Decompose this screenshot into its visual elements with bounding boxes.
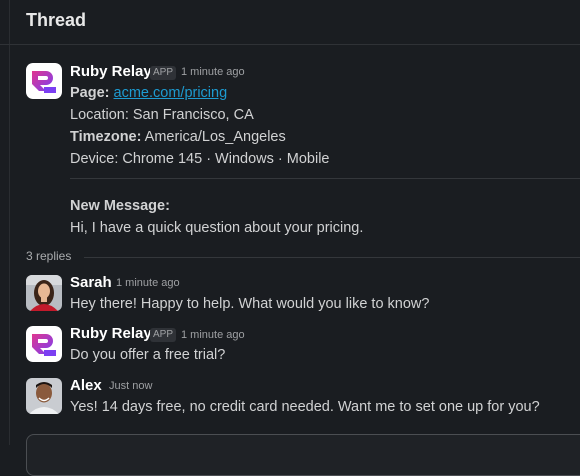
message-author[interactable]: Sarah: [70, 274, 112, 291]
app-badge: APP: [150, 66, 177, 80]
location-line: Location: San Francisco, CA: [70, 107, 254, 123]
page-line: Page: acme.com/pricing: [70, 85, 227, 101]
message-author[interactable]: Ruby Relay: [70, 325, 152, 342]
timezone-line: Timezone: America/Los_Angeles: [70, 129, 286, 145]
page-link[interactable]: acme.com/pricing: [114, 85, 228, 101]
message-timestamp[interactable]: 1 minute ago: [181, 66, 245, 78]
thread-header: Thread: [0, 0, 580, 45]
replies-separator: 3 replies: [26, 248, 580, 266]
left-pane-border: [9, 0, 10, 445]
message-timestamp[interactable]: 1 minute ago: [116, 277, 180, 289]
message-timestamp[interactable]: 1 minute ago: [181, 329, 245, 341]
message-text: Hey there! Happy to help. What would you…: [70, 296, 430, 312]
message-divider: [70, 178, 580, 179]
page-label: Page:: [70, 85, 110, 101]
page-title: Thread: [26, 10, 87, 30]
alex-avatar[interactable]: [26, 378, 62, 414]
sarah-avatar[interactable]: [26, 275, 62, 311]
message-author[interactable]: Alex: [70, 377, 102, 394]
replies-divider: [84, 257, 580, 258]
app-badge: APP: [150, 328, 177, 342]
timezone-label: Timezone:: [70, 129, 142, 145]
new-message-text: Hi, I have a quick question about your p…: [70, 220, 364, 236]
ruby-relay-logo-icon[interactable]: [26, 63, 62, 99]
timezone-value: America/Los_Angeles: [141, 129, 286, 145]
message-timestamp[interactable]: Just now: [109, 380, 152, 392]
replies-count: 3 replies: [26, 249, 72, 263]
new-message-label: New Message:: [70, 198, 170, 214]
message-author[interactable]: Ruby Relay: [70, 63, 152, 80]
device-line: Device: Chrome 145 · Windows · Mobile: [70, 151, 330, 167]
ruby-relay-logo-icon[interactable]: [26, 326, 62, 362]
message-text: Yes! 14 days free, no credit card needed…: [70, 399, 540, 415]
reply-composer-input[interactable]: [26, 434, 580, 476]
message-text: Do you offer a free trial?: [70, 347, 226, 363]
